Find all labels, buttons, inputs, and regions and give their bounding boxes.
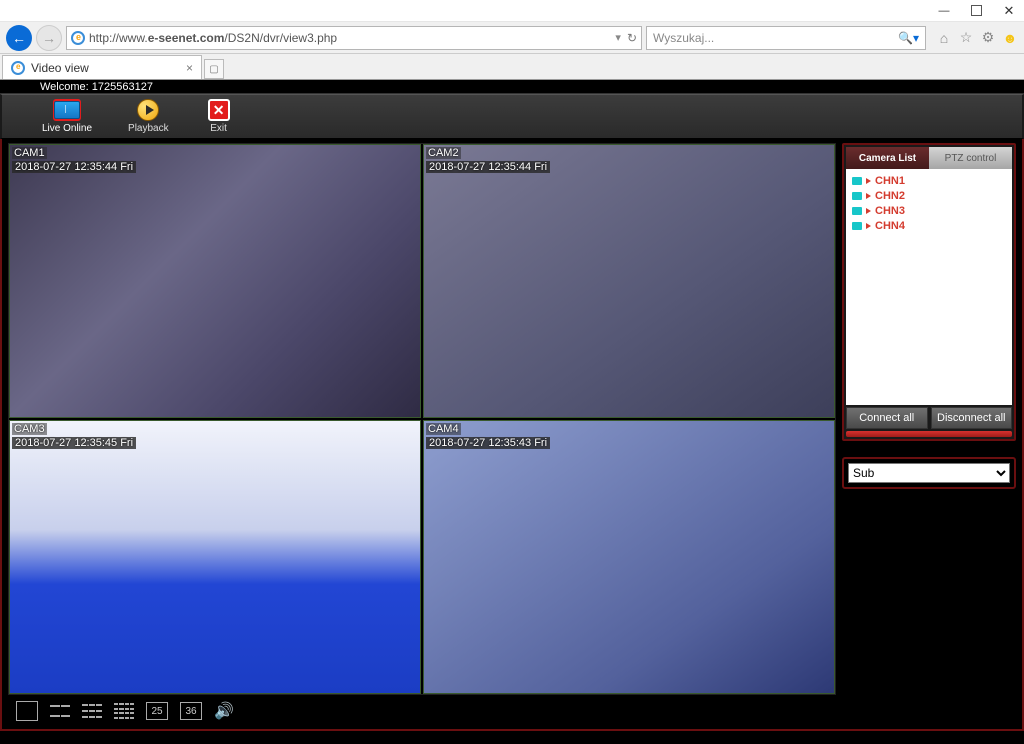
- connect-all-button[interactable]: Connect all: [846, 407, 928, 429]
- url-dropdown-icon[interactable]: ▾: [615, 31, 621, 44]
- camera-item-chn4[interactable]: CHN4: [852, 220, 1006, 232]
- camera-play-icon: [866, 178, 871, 184]
- cam1-name: CAM1: [12, 147, 47, 159]
- exit-button[interactable]: Exit: [205, 99, 233, 134]
- camera-status-icon: [852, 192, 862, 200]
- layout-toolbar: 25 36 🔊: [8, 695, 836, 723]
- camera-play-icon: [866, 223, 871, 229]
- tab-close-button[interactable]: ×: [186, 61, 193, 75]
- feedback-smile-icon[interactable]: ☻: [1002, 30, 1018, 46]
- cam1-timestamp: 2018-07-27 12:35:44 Fri: [12, 161, 136, 173]
- layout-1x1-button[interactable]: [16, 701, 38, 721]
- refresh-button[interactable]: ↻: [627, 31, 637, 45]
- camera-item-chn2[interactable]: CHN2: [852, 190, 1006, 202]
- welcome-text: Welcome: 1725563127: [40, 81, 153, 93]
- camera-status-icon: [852, 177, 862, 185]
- layout-2x2-button[interactable]: [50, 702, 70, 720]
- cam3-name: CAM3: [12, 423, 47, 435]
- welcome-bar: Welcome: 1725563127: [0, 80, 1024, 94]
- playback-label: Playback: [128, 123, 169, 134]
- camera-play-icon: [866, 193, 871, 199]
- tab-camera-list[interactable]: Camera List: [846, 147, 929, 169]
- play-icon: [137, 99, 159, 121]
- audio-toggle-button[interactable]: 🔊: [214, 701, 234, 721]
- camera-item-label: CHN3: [875, 205, 905, 217]
- ie-favicon-icon: [71, 31, 85, 45]
- camera-item-chn1[interactable]: CHN1: [852, 175, 1006, 187]
- camera-list-panel: Camera List PTZ control CHN1 CHN2: [842, 143, 1016, 441]
- disconnect-all-button[interactable]: Disconnect all: [931, 407, 1013, 429]
- cam4-timestamp: 2018-07-27 12:35:43 Fri: [426, 437, 550, 449]
- panel-divider: [846, 431, 1012, 437]
- address-bar[interactable]: http://www.e-seenet.com/DS2N/dvr/view3.p…: [66, 26, 642, 50]
- stream-mode-select[interactable]: Sub: [848, 463, 1010, 483]
- nav-back-button[interactable]: ←: [6, 25, 32, 51]
- search-icon[interactable]: 🔍▾: [898, 31, 919, 45]
- live-online-button[interactable]: Live Online: [42, 99, 92, 134]
- cam3-timestamp: 2018-07-27 12:35:45 Fri: [12, 437, 136, 449]
- home-icon[interactable]: ⌂: [936, 30, 952, 46]
- search-input[interactable]: Wyszukaj... 🔍▾: [646, 26, 926, 50]
- camera-item-chn3[interactable]: CHN3: [852, 205, 1006, 217]
- tab-title: Video view: [31, 61, 89, 75]
- cam-view-4[interactable]: CAM4 2018-07-27 12:35:43 Fri: [423, 420, 835, 694]
- camera-item-label: CHN4: [875, 220, 905, 232]
- close-icon: [208, 99, 230, 121]
- layout-3x3-button[interactable]: [82, 702, 102, 720]
- window-minimize-button[interactable]: [937, 4, 951, 18]
- live-online-label: Live Online: [42, 123, 92, 134]
- window-close-button[interactable]: [1002, 4, 1016, 18]
- window-titlebar: [0, 0, 1024, 22]
- video-grid: CAM1 2018-07-27 12:35:44 Fri CAM2 2018-0…: [8, 143, 836, 695]
- layout-25-button[interactable]: 25: [146, 702, 168, 720]
- search-placeholder: Wyszukaj...: [653, 31, 714, 45]
- camera-list: CHN1 CHN2 CHN3 CHN4: [846, 169, 1012, 405]
- cam-view-3[interactable]: CAM3 2018-07-27 12:35:45 Fri: [9, 420, 421, 694]
- camera-item-label: CHN1: [875, 175, 905, 187]
- camera-item-label: CHN2: [875, 190, 905, 202]
- cam4-name: CAM4: [426, 423, 461, 435]
- tab-ptz-control[interactable]: PTZ control: [929, 147, 1012, 169]
- cam-view-2[interactable]: CAM2 2018-07-27 12:35:44 Fri: [423, 144, 835, 418]
- favorites-icon[interactable]: ☆: [958, 30, 974, 46]
- browser-tab[interactable]: Video view ×: [2, 55, 202, 79]
- exit-label: Exit: [210, 123, 227, 134]
- monitor-icon: [54, 101, 80, 119]
- camera-status-icon: [852, 222, 862, 230]
- nav-forward-button[interactable]: →: [36, 25, 62, 51]
- camera-play-icon: [866, 208, 871, 214]
- window-maximize-button[interactable]: [971, 5, 982, 16]
- cam-view-1[interactable]: CAM1 2018-07-27 12:35:44 Fri: [9, 144, 421, 418]
- cam2-name: CAM2: [426, 147, 461, 159]
- camera-status-icon: [852, 207, 862, 215]
- cam2-timestamp: 2018-07-27 12:35:44 Fri: [426, 161, 550, 173]
- stream-select-panel: Sub: [842, 457, 1016, 489]
- app-toolbar: Live Online Playback Exit: [0, 94, 1024, 139]
- layout-4x4-button[interactable]: [114, 702, 134, 720]
- tab-favicon-icon: [11, 61, 25, 75]
- address-bar-url: http://www.e-seenet.com/DS2N/dvr/view3.p…: [89, 31, 609, 45]
- new-tab-button[interactable]: ▢: [204, 59, 224, 79]
- layout-36-button[interactable]: 36: [180, 702, 202, 720]
- ie-nav-bar: ← → http://www.e-seenet.com/DS2N/dvr/vie…: [0, 22, 1024, 54]
- video-grid-area: CAM1 2018-07-27 12:35:44 Fri CAM2 2018-0…: [8, 143, 836, 723]
- tools-gear-icon[interactable]: ⚙: [980, 30, 996, 46]
- playback-button[interactable]: Playback: [128, 99, 169, 134]
- dvr-app: Welcome: 1725563127 Live Online Playback…: [0, 80, 1024, 744]
- side-panel: Camera List PTZ control CHN1 CHN2: [842, 143, 1016, 723]
- tab-strip: Video view × ▢: [0, 54, 1024, 80]
